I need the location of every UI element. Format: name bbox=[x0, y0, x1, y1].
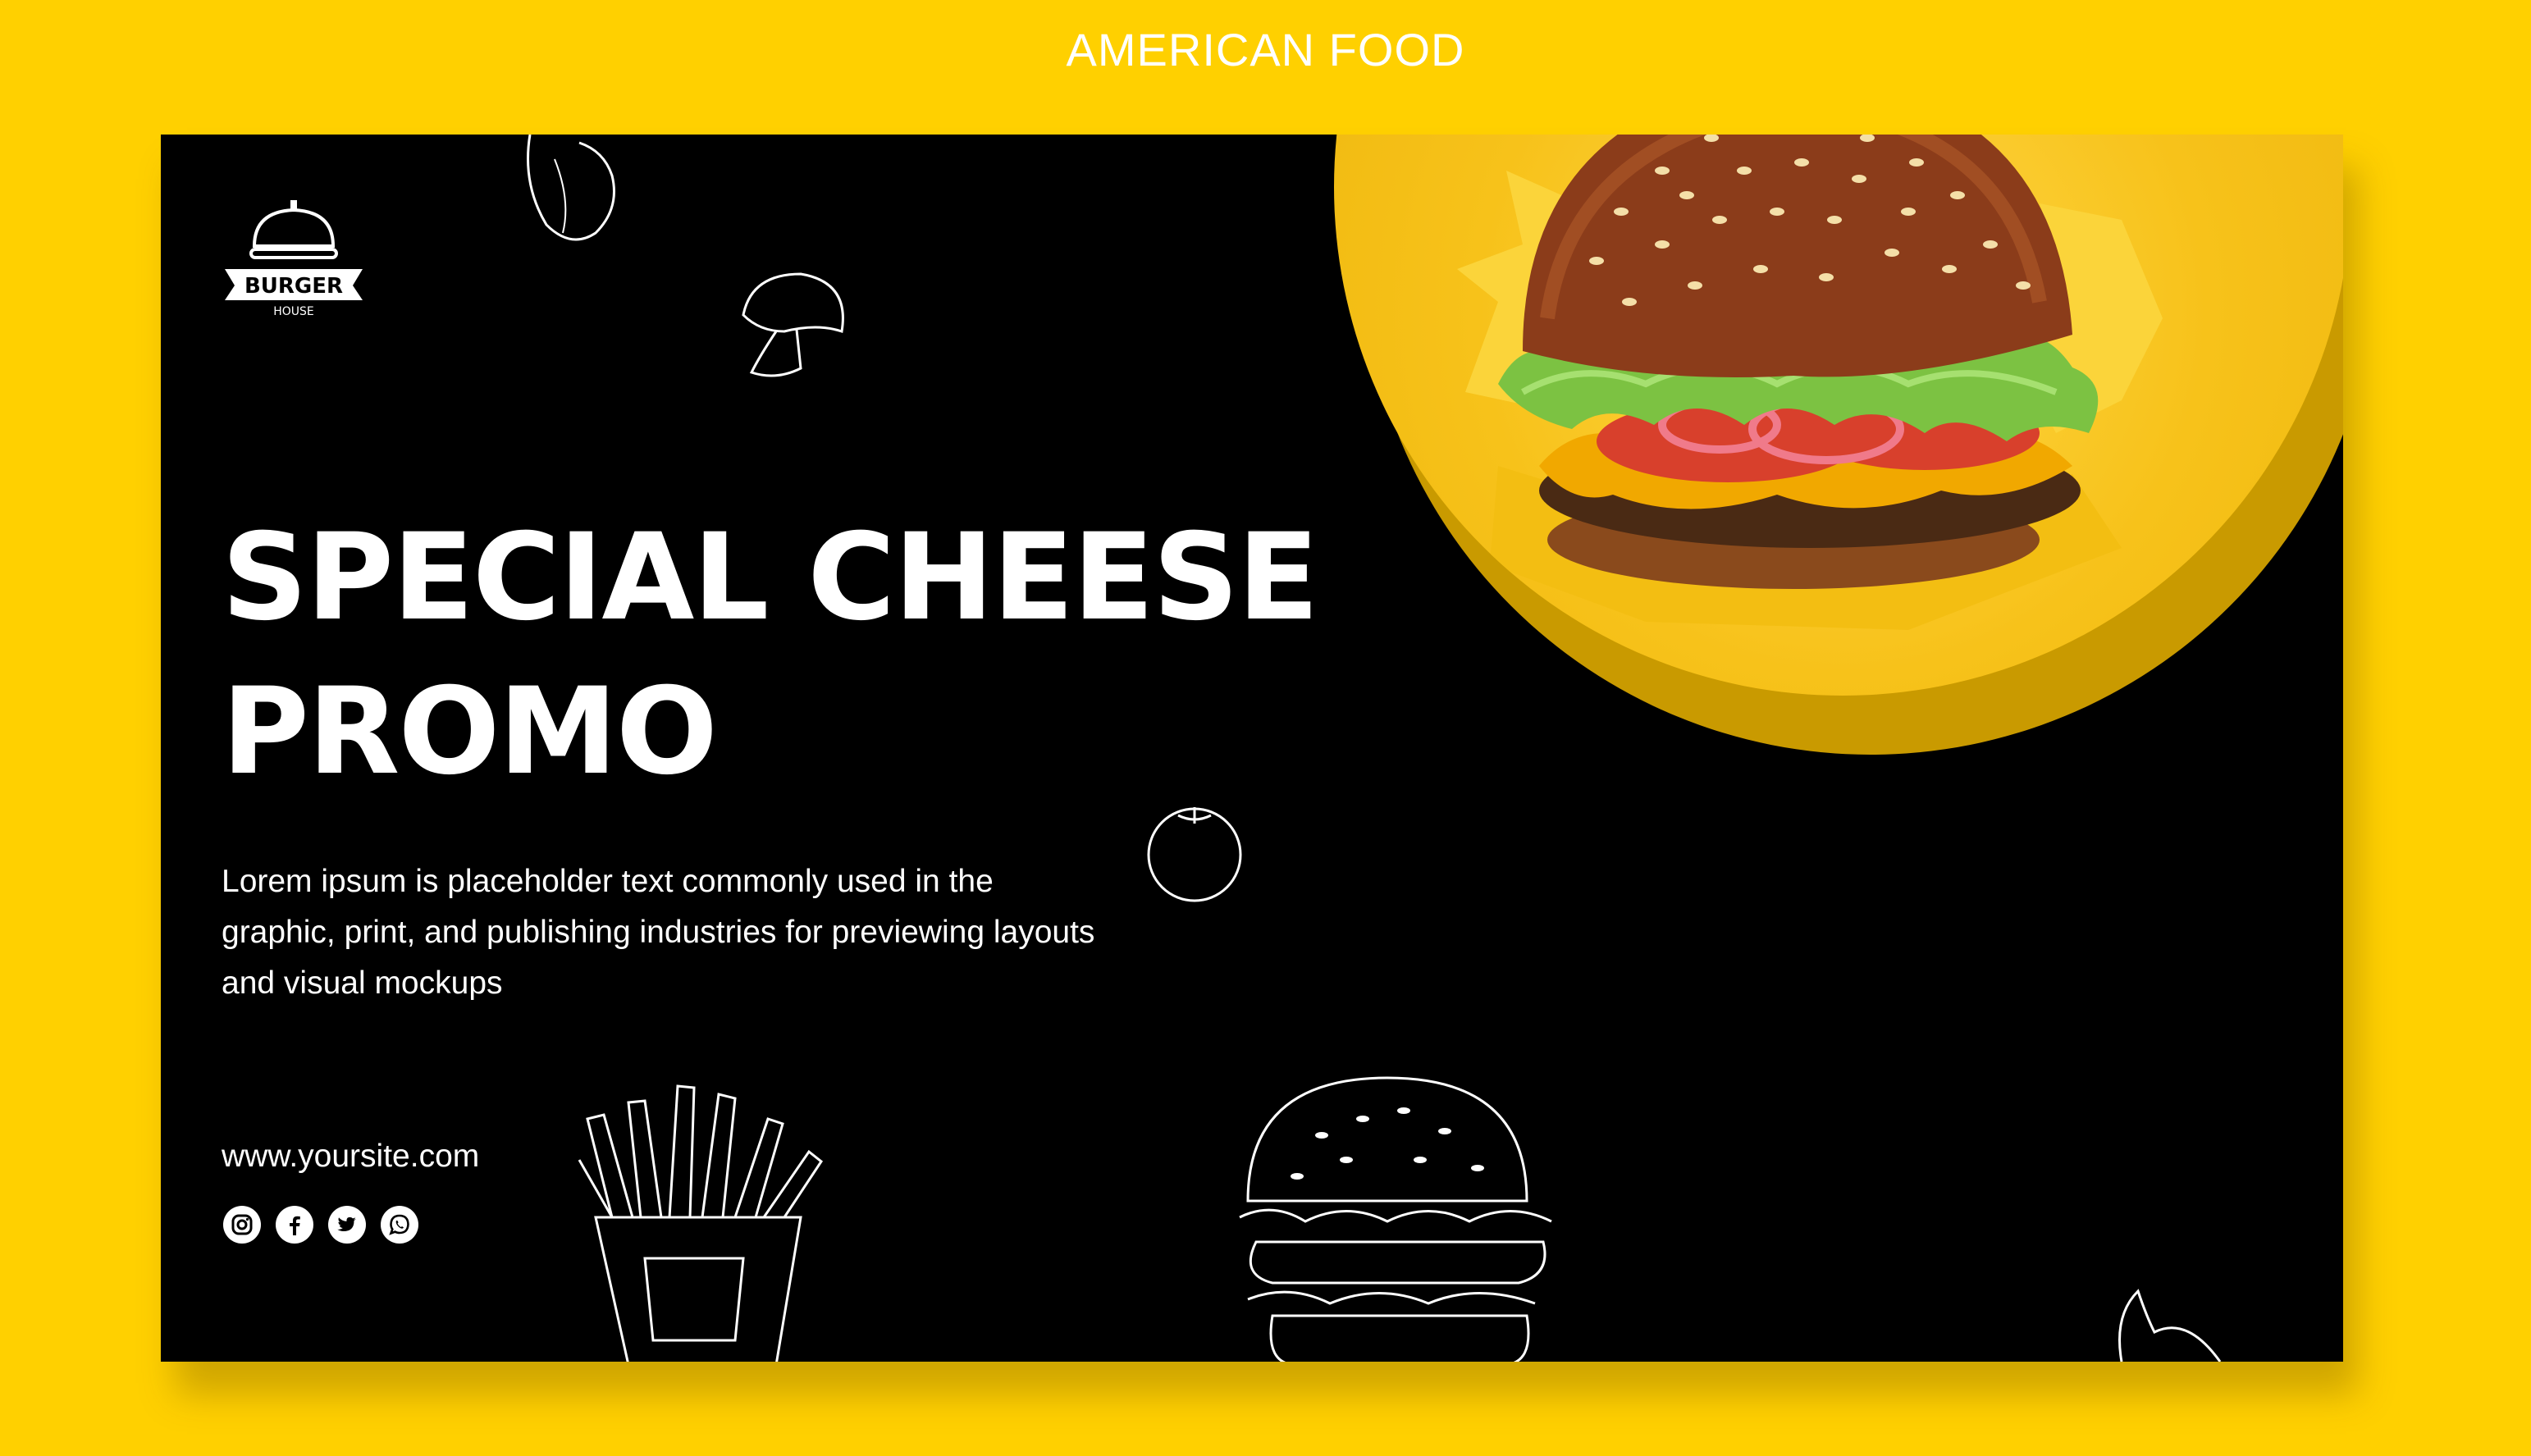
page-title: AMERICAN FOOD bbox=[1066, 24, 1465, 75]
promo-headline: SPECIAL CHEESE PROMO bbox=[222, 500, 1319, 809]
onion-doodle-icon bbox=[2118, 1289, 2222, 1362]
logo-text: BURGER bbox=[244, 274, 343, 299]
social-links bbox=[223, 1206, 418, 1244]
headline-line-2: PROMO bbox=[222, 662, 718, 801]
whatsapp-icon[interactable] bbox=[381, 1206, 418, 1244]
promo-banner: BURGER HOUSE SPECIAL CHEESE PROMO Lorem … bbox=[161, 135, 2343, 1362]
twitter-icon[interactable] bbox=[328, 1206, 366, 1244]
mushroom-doodle-icon bbox=[742, 272, 844, 377]
instagram-icon[interactable] bbox=[223, 1206, 261, 1244]
facebook-icon[interactable] bbox=[276, 1206, 313, 1244]
logo-subtext: HOUSE bbox=[273, 305, 314, 318]
headline-line-1: SPECIAL CHEESE bbox=[222, 508, 1319, 647]
promo-description: Lorem ipsum is placeholder text commonly… bbox=[222, 864, 1095, 1001]
garlic-doodle-icon bbox=[527, 135, 615, 241]
burger-doodle-icon bbox=[1239, 1076, 1552, 1362]
website-link[interactable]: www.yoursite.com bbox=[222, 1139, 479, 1175]
fries-doodle-icon bbox=[578, 1084, 824, 1362]
burger-house-logo: BURGER HOUSE bbox=[222, 195, 366, 318]
